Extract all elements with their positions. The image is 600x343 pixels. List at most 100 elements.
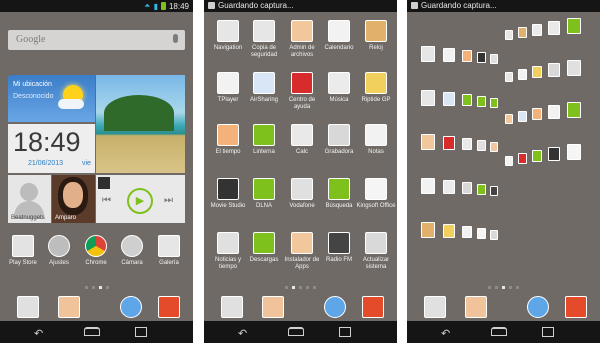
app-icon-thumbnail	[490, 142, 498, 152]
app-icon-tile[interactable]: TPlayer	[208, 72, 248, 112]
app-icon-tile[interactable]: Búsqueda	[319, 178, 359, 218]
app-icon	[253, 178, 275, 200]
app-ajustes[interactable]: Ajustes	[39, 235, 79, 275]
clock-time: 18:49	[13, 127, 81, 157]
play-button[interactable]: ▶	[127, 188, 153, 214]
app-label: TPlayer	[217, 97, 239, 103]
home-screen-panel: ⏶ ▮ 18:49 Google Mi ubicación Desconocid…	[0, 0, 193, 343]
recent-apps-icon[interactable]	[135, 327, 147, 340]
app-label: DLNA	[255, 203, 272, 209]
app-label: Galería	[159, 260, 179, 266]
app-icon-tile[interactable]: Calendario	[319, 20, 359, 60]
app-icon-tile[interactable]: Movie Studio	[208, 178, 248, 218]
app-icon-tile[interactable]: Notas	[356, 124, 396, 164]
page-indicator	[407, 286, 600, 289]
back-icon[interactable]: ↶	[238, 327, 247, 340]
app-icon-tile[interactable]: El tiempo	[208, 124, 248, 164]
app-label: Kingsoft Office	[356, 203, 396, 209]
app-icon-thumbnail	[505, 30, 513, 40]
app-icon-thumbnail	[567, 18, 581, 34]
app-label: Noticias y tiempo	[214, 257, 241, 270]
app-chrome[interactable]: Chrome	[76, 235, 116, 275]
photo-widget[interactable]	[96, 75, 185, 173]
app-label: Actualizar sistema	[362, 257, 390, 270]
navigation-bar: ↶	[0, 321, 193, 343]
app-icon-tile[interactable]: Linterna	[244, 124, 284, 164]
app-icon-tile[interactable]: Navigation	[208, 20, 248, 60]
app-label: Copia de seguridad	[250, 45, 278, 58]
clock-widget[interactable]: 18:49 21/06/2013 vie	[8, 124, 95, 173]
app-icon-tile[interactable]: Copia de seguridad	[244, 20, 284, 60]
app-icon-tile[interactable]: Admin de archivos	[282, 20, 322, 60]
app-label: Ajustes	[49, 260, 69, 266]
home-icon[interactable]	[84, 327, 100, 339]
app-icon-tile[interactable]: DLNA	[244, 178, 284, 218]
battery-icon	[160, 2, 166, 10]
cloud-icon	[58, 99, 84, 109]
app-icon-tile[interactable]: AirSharing	[244, 72, 284, 112]
app-icon-thumbnail	[477, 52, 486, 63]
app-icon-thumbnail	[443, 180, 455, 194]
signal-icon: ▮	[153, 1, 158, 11]
page-dot	[91, 286, 95, 289]
app-label: Música	[329, 97, 349, 103]
status-bar: Guardando captura...	[407, 0, 600, 12]
app-icon-tile[interactable]: Música	[319, 72, 359, 112]
app-icon-thumbnail	[443, 136, 455, 150]
camera-icon	[121, 235, 143, 257]
app-icon-thumbnail	[421, 90, 435, 106]
home-icon[interactable]	[288, 327, 304, 339]
app-icon-thumbnail	[518, 27, 527, 38]
app-icon-tile[interactable]: Grabadora	[319, 124, 359, 164]
app-icon	[291, 232, 313, 254]
dock	[0, 294, 193, 321]
messages-icon	[58, 296, 80, 318]
app-icon-tile[interactable]: Instalador de Apps	[282, 232, 322, 272]
app-icon	[291, 72, 313, 94]
app-icon-tile[interactable]: Reloj	[356, 20, 396, 60]
previous-track-icon[interactable]: ⏮	[102, 195, 111, 206]
app-label: Admin de archivos	[289, 45, 315, 58]
app-galeria[interactable]: Galería	[149, 235, 189, 275]
app-label: Descargas	[249, 257, 279, 263]
weather-widget[interactable]: Mi ubicación Desconocido	[8, 75, 95, 122]
search-placeholder: Google	[16, 34, 46, 45]
app-icon-thumbnail	[548, 147, 560, 161]
google-search-bar[interactable]: Google	[8, 30, 185, 50]
app-icon-tile[interactable]: Riptide GP	[356, 72, 396, 112]
contact-name: Beatnuggets	[11, 215, 45, 221]
dock	[204, 294, 397, 321]
app-icon	[328, 72, 350, 94]
back-icon[interactable]: ↶	[34, 327, 43, 340]
microphone-icon[interactable]	[173, 34, 178, 43]
recent-apps-icon[interactable]	[542, 327, 554, 340]
app-icon-thumbnail	[443, 224, 455, 238]
app-label: Grabadora	[324, 149, 354, 155]
app-play-store[interactable]: Play Store	[3, 235, 43, 275]
app-icon-tile[interactable]: Calc	[282, 124, 322, 164]
app-icon-thumbnail	[490, 54, 498, 64]
home-icon[interactable]	[491, 327, 507, 339]
app-icon-tile[interactable]: Centro de ayuda	[282, 72, 322, 112]
app-icon-tile[interactable]: Vodafone	[282, 178, 322, 218]
app-icon-thumbnail	[532, 66, 542, 78]
next-track-icon[interactable]: ⏭	[164, 195, 173, 206]
app-icon-tile[interactable]: Actualizar sistema	[356, 232, 396, 272]
back-icon[interactable]: ↶	[441, 327, 450, 340]
app-icon-tile[interactable]: Descargas	[244, 232, 284, 272]
recent-apps-icon[interactable]	[339, 327, 351, 340]
contact-card[interactable]: Beatnuggets	[8, 175, 51, 223]
app-label: Linterna	[253, 149, 275, 155]
app-icon-tile[interactable]: Noticias y tiempo	[208, 232, 248, 272]
app-icon	[291, 178, 313, 200]
notification-text: Guardando captura...	[421, 1, 497, 10]
messages-icon	[465, 296, 487, 318]
app-icon-tile[interactable]: Radio FM	[319, 232, 359, 272]
contact-card[interactable]: Amparo	[52, 175, 95, 223]
app-label: El tiempo	[215, 149, 241, 155]
app-camara[interactable]: Cámara	[112, 235, 152, 275]
page-dot	[105, 286, 109, 289]
notification-text: Guardando captura...	[218, 1, 294, 10]
app-icon-thumbnail	[518, 69, 527, 80]
app-icon-tile[interactable]: Kingsoft Office	[356, 178, 396, 218]
